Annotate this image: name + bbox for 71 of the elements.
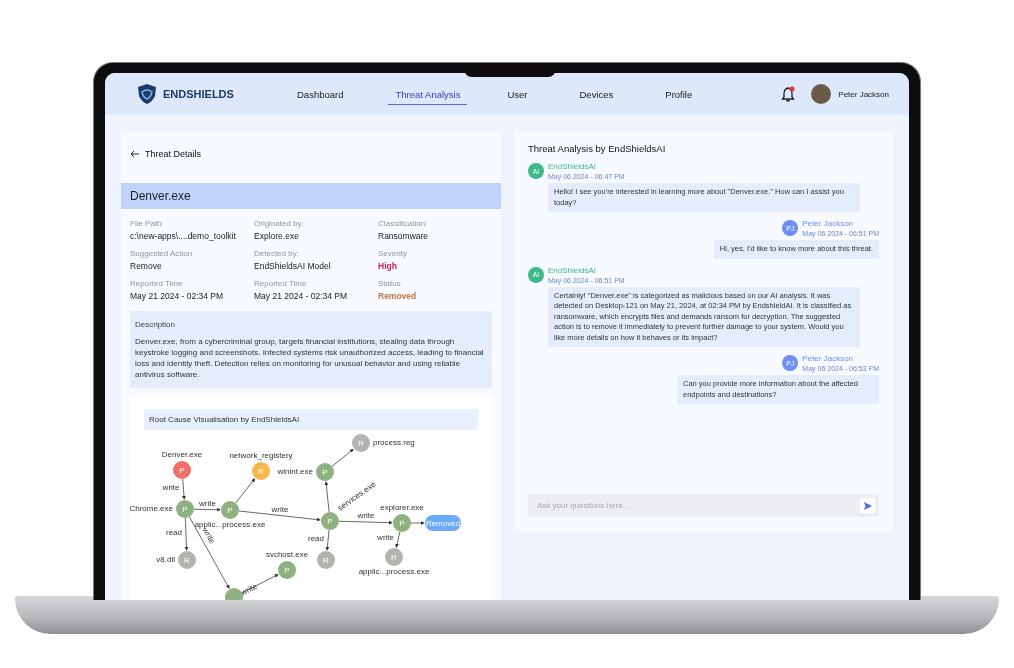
brand-name: ENDSHIELDS xyxy=(163,88,234,100)
status-node: Removed xyxy=(425,515,461,531)
graph-node: P xyxy=(316,463,334,481)
nav-tab[interactable]: User xyxy=(507,83,528,105)
edge-label: write xyxy=(162,482,180,492)
node-label: network_registery xyxy=(229,451,293,460)
edge-label: write xyxy=(377,533,394,542)
graph-node: P xyxy=(221,501,239,519)
graph-node: P xyxy=(173,461,191,479)
node-label: applic...process.exe xyxy=(194,520,266,529)
notification-bell-icon[interactable] xyxy=(781,86,796,102)
field-label: Suggested Action xyxy=(130,249,194,258)
threat-name: Denver.exe xyxy=(121,183,501,209)
field-value: Explore.exe xyxy=(254,231,299,241)
graph-node: R xyxy=(252,462,270,480)
edge-label: write xyxy=(271,504,289,514)
node-label: winint.exe xyxy=(277,467,313,476)
field-label: Originated by: xyxy=(254,219,305,228)
field-value: Remove xyxy=(130,261,162,271)
field-label: Classification: xyxy=(378,219,429,228)
field-value: May 21 2024 - 02:34 PM xyxy=(130,291,224,301)
graph-node: R xyxy=(385,548,403,566)
field-value: High xyxy=(378,261,397,271)
field-label: Reported Time xyxy=(130,279,184,288)
field-value: Ransomware xyxy=(378,231,429,241)
graph-node: P xyxy=(278,561,296,579)
node-label: Denver.exe xyxy=(161,450,203,459)
graph-node: P xyxy=(393,514,411,532)
node-label: svchost.exe xyxy=(265,550,309,559)
field-label: Severity xyxy=(378,249,408,258)
sender-name: Peter Jackson xyxy=(802,354,855,363)
graph-node: R xyxy=(317,551,335,569)
field-label: Status xyxy=(378,279,402,288)
edge-label: write xyxy=(357,511,375,520)
node-label: process.reg xyxy=(373,438,415,447)
field-value: May 21 2024 - 02:34 PM xyxy=(254,291,348,301)
nav-tab[interactable]: Dashboard xyxy=(297,83,344,105)
shield-logo-icon xyxy=(137,83,157,105)
description-text: Denver.exe, from a cybercriminal group, targets financial institutions, stealing data through keystroke logging and screenshots. Infected systems risk unauthorized access, leading to financial loss and identity theft. Detection relies on monitoring for unusual behavior and using reliable antivirus software. xyxy=(135,336,485,380)
nav-tab[interactable]: Devices xyxy=(579,83,614,105)
sender-name: Peter Jackson xyxy=(802,219,855,228)
graph-node: R xyxy=(178,551,196,569)
field-value: EndShieldsAI Model xyxy=(254,261,331,271)
node-label: applic...process.exe xyxy=(358,567,430,576)
sender-name: EndShieldsAI xyxy=(548,162,598,171)
edge-label: read xyxy=(166,527,182,537)
node-label: Chrome.exe xyxy=(130,504,173,513)
field-label: File Path: xyxy=(130,219,165,228)
graph-title: Root Cause Visualisation by EndShieldsAI xyxy=(144,409,478,430)
back-arrow-icon[interactable] xyxy=(130,150,140,158)
field-label: Detected by: xyxy=(254,249,300,258)
chat-title: Threat Analysis by EndShieldsAI xyxy=(528,143,667,154)
user-name: Peter Jackson xyxy=(838,89,889,99)
graph-node: R xyxy=(352,434,370,452)
description-title: Description xyxy=(135,320,176,329)
graph-node: P xyxy=(176,500,194,518)
page-title: Threat Details xyxy=(145,149,202,159)
avatar-icon[interactable] xyxy=(811,84,832,104)
field-value: c:\new-apps\....demo_toolkit xyxy=(130,231,236,241)
field-value: Removed xyxy=(378,291,417,301)
graph-node: P xyxy=(321,512,339,530)
field-label: Reported Time xyxy=(254,279,308,288)
node-label: explorer.exe xyxy=(380,503,424,512)
edge-label: write xyxy=(239,581,259,598)
chat-input[interactable]: Ask your questions here... xyxy=(528,494,879,517)
edge-label: read xyxy=(308,533,324,543)
nav-tab[interactable]: Threat Analysis xyxy=(388,83,468,105)
edge-label: write xyxy=(199,498,216,508)
nav-tab[interactable]: Profile xyxy=(665,83,693,105)
sender-name: EndShieldsAI xyxy=(548,265,598,275)
node-label: v8.dll xyxy=(156,555,175,564)
